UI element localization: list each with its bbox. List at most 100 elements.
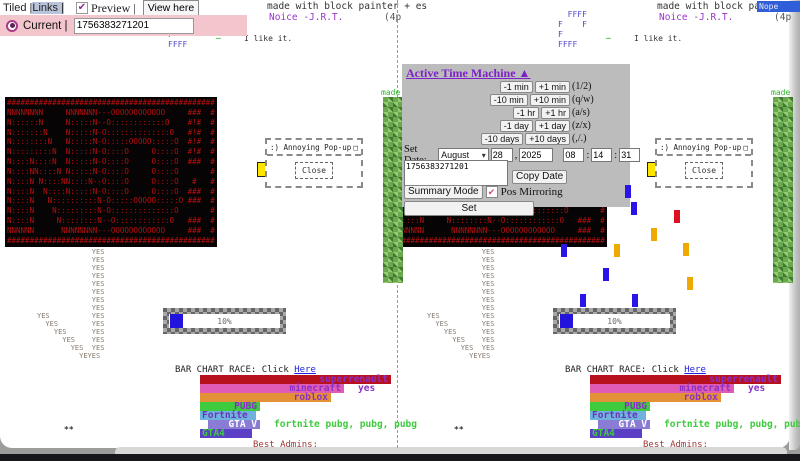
time-step-row: -10 min+10 min (q/w): [402, 93, 608, 106]
confetti-piece: [674, 210, 680, 223]
time-plus-button[interactable]: +1 hr: [541, 107, 570, 119]
race-heading-text: BAR CHART RACE: Click: [175, 365, 294, 375]
confetti-piece: [603, 268, 609, 281]
active-time-machine-link[interactable]: Active Time Machine ▲: [406, 66, 530, 81]
select-arrow-icon: [482, 150, 486, 160]
key-hint: (a/s): [572, 107, 608, 118]
f-ascii-art: FFFF F F F FFFF: [558, 10, 587, 50]
yes-ascii-art: YES YES YES YES YES YES YES YES YES YES …: [427, 248, 494, 360]
chart-bar-row: GTA Vfortnite pubg, pubg, pubg: [200, 420, 417, 429]
time-step-row: -1 hr+1 hr (a/s): [402, 106, 608, 119]
chart-bar-row: roblox: [200, 393, 417, 402]
chart-bar-suffix: yes: [358, 383, 375, 394]
chart-bar-label: roblox: [294, 393, 328, 402]
popup-window-icon[interactable]: □: [743, 143, 748, 152]
confetti-piece: [614, 244, 620, 257]
set-button[interactable]: Set: [404, 201, 534, 216]
progress-fill: [170, 314, 183, 328]
tiled-link[interactable]: Tiled |: [3, 2, 32, 14]
chart-bar-row: GTA4: [590, 429, 800, 438]
time-colon: :: [586, 150, 589, 161]
time-minus-button[interactable]: -1 day: [500, 120, 533, 132]
confetti-piece: [625, 185, 631, 198]
month-value: August: [441, 150, 469, 160]
yes-ascii-art: YES YES YES YES YES YES YES YES YES YES …: [37, 248, 104, 360]
progress-track: 10%: [169, 314, 280, 328]
time-step-row: -1 day+1 day (z/x): [402, 119, 608, 132]
chart-bar-row: GTA V fortnite pubg, pubg, pubg: [590, 420, 800, 429]
chart-bar: roblox: [200, 393, 331, 402]
best-admins-text: Best Admins:: [253, 440, 318, 450]
annoying-popup-dialog: :) Annoying Pop-up □ Close: [655, 138, 753, 188]
confetti-piece: [561, 244, 567, 257]
race-heading-text: BAR CHART RACE: Click: [565, 365, 684, 375]
key-hint: (q/w): [572, 94, 608, 105]
year-input[interactable]: [519, 148, 553, 162]
popup-title: :) Annoying Pop-up: [270, 143, 351, 152]
view-here-button[interactable]: View here: [143, 0, 200, 16]
best-admins-text: Best Admins:: [643, 440, 708, 450]
paren-fragment-text: (4p: [774, 13, 791, 23]
time-minus-button[interactable]: -10 days: [481, 133, 524, 145]
i-like-it-text: I like it.: [244, 34, 292, 43]
preview-label: Preview |: [91, 1, 139, 16]
progress-label: 10%: [607, 317, 621, 326]
summary-mode-row: Summary Mode Pos Mirroring: [404, 185, 563, 199]
time-plus-button[interactable]: +1 day: [535, 120, 570, 132]
confetti-piece: [632, 294, 638, 307]
chart-bar: GTA4: [200, 429, 252, 438]
timestamp-textarea[interactable]: 1756383271201: [404, 160, 508, 186]
confetti-piece: [687, 277, 693, 290]
taskbar: [0, 454, 800, 461]
time-colon: :: [614, 150, 617, 161]
time-minus-button[interactable]: -10 min: [490, 94, 528, 106]
chart-bar-label: GTA V: [228, 420, 257, 429]
pos-mirroring-checkbox[interactable]: [486, 186, 498, 198]
green-made-label: made: [771, 88, 790, 97]
current-radio[interactable]: [6, 20, 18, 32]
current-timestamp-input[interactable]: [74, 18, 194, 34]
popup-close-button[interactable]: Close: [295, 162, 333, 179]
chart-bar: roblox: [590, 393, 721, 402]
race-here-link[interactable]: Here: [684, 365, 706, 375]
bar-chart-race-heading: BAR CHART RACE: Click Here: [175, 365, 316, 375]
date-comma: ,: [515, 150, 518, 161]
chart-bar-suffix: yes: [748, 383, 765, 394]
i-like-it-text: I like it.: [634, 34, 682, 43]
hour-input[interactable]: [563, 148, 584, 162]
popup-title: :) Annoying Pop-up: [660, 143, 741, 152]
active-time-machine-panel: Active Time Machine ▲ -1 min+1 min (1/2)…: [402, 64, 630, 207]
time-plus-button[interactable]: +10 days: [525, 133, 570, 145]
time-plus-button[interactable]: +10 min: [530, 94, 570, 106]
time-step-row: -1 min+1 min (1/2): [402, 80, 608, 93]
green-texture-strip: [383, 97, 403, 283]
mirror-half-left: FFFF F F F FFFF _ made with block painte…: [0, 0, 400, 448]
second-input[interactable]: [619, 148, 640, 162]
chart-bar-label: GTA4: [202, 429, 225, 438]
copy-date-button[interactable]: Copy Date: [512, 170, 567, 184]
preview-checkbox[interactable]: [76, 2, 88, 14]
chart-bar-suffix: fortnite pubg, pubg, pubg: [664, 419, 800, 430]
current-toolbar-row: Current |: [0, 15, 247, 36]
time-plus-button[interactable]: +1 min: [535, 81, 570, 93]
green-made-label: made: [381, 88, 400, 97]
annoying-popup-dialog: :) Annoying Pop-up □ Close: [265, 138, 363, 188]
progress-label: 10%: [217, 317, 231, 326]
time-minus-button[interactable]: -1 min: [500, 81, 533, 93]
bar-chart: superrenaultminecraftyesrobloxPUBGFortni…: [200, 375, 417, 438]
time-step-rows: -1 min+1 min (1/2)-10 min+10 min (q/w)-1…: [402, 80, 608, 145]
popup-close-button[interactable]: Close: [685, 162, 723, 179]
popup-window-icon[interactable]: □: [353, 143, 358, 152]
noice-signature-text: Noice -J.R.T.: [269, 13, 343, 23]
chart-bar: GTA4: [590, 429, 642, 438]
confetti-piece: [683, 243, 689, 256]
time-minus-button[interactable]: -1 hr: [513, 107, 540, 119]
minute-input[interactable]: [591, 148, 612, 162]
summary-mode-button[interactable]: Summary Mode: [404, 185, 483, 199]
bar-chart: superrenaultminecraftyesrobloxPUBGFortni…: [590, 375, 800, 438]
links-link[interactable]: Links |: [32, 2, 64, 14]
green-underscore-cursor: _: [606, 30, 611, 40]
chart-bar-label: GTA V: [618, 420, 647, 429]
confetti-piece: [631, 202, 637, 215]
race-here-link[interactable]: Here: [294, 365, 316, 375]
